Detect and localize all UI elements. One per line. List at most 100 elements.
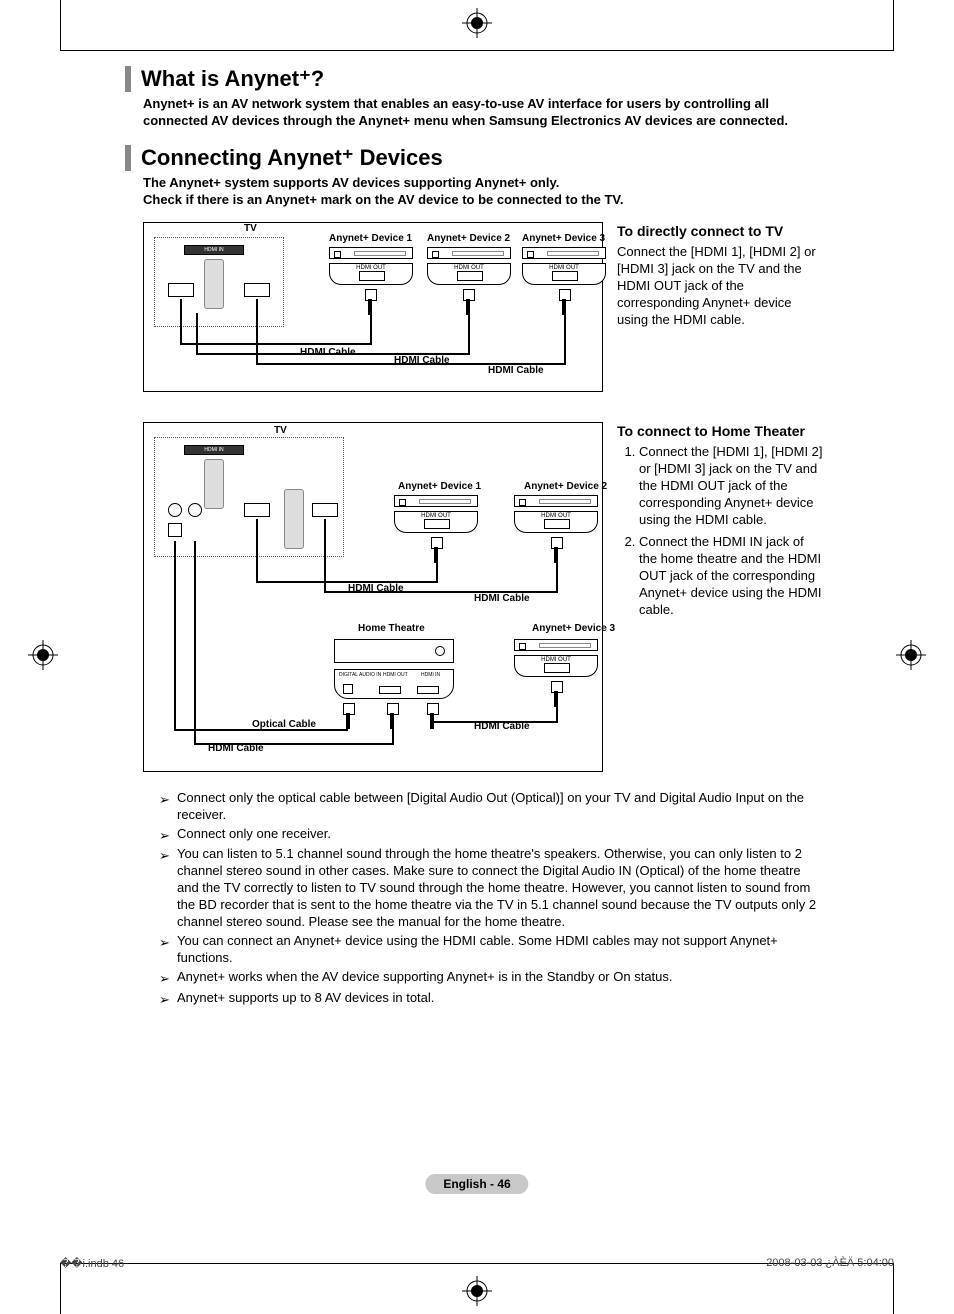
rule-bot-right (893, 1264, 894, 1314)
intro-what-is: Anynet+ is an AV network system that ena… (143, 96, 825, 129)
wire (370, 313, 372, 345)
label-device2: Anynet+ Device 2 (427, 233, 510, 244)
note-text: Anynet+ works when the AV device support… (177, 969, 825, 986)
device-box (427, 247, 511, 285)
hdmi-plug (548, 681, 564, 707)
hdmi-plug (428, 537, 444, 563)
note-arrow-icon: ➢ (159, 933, 177, 952)
note-item: ➢ Connect only one receiver. (159, 826, 825, 845)
port (168, 523, 182, 537)
diagram-home-theater: TV HDMI IN Anynet+ Device 1 Anynet+ Devi… (143, 422, 603, 772)
step-item: Connect the [HDMI 1], [HDMI 2] or [HDMI … (639, 444, 825, 528)
label-device3: Anynet+ Device 3 (522, 233, 605, 244)
head-home-theater: To connect to Home Theater (617, 422, 825, 440)
tv-outline (154, 437, 344, 557)
note-text: Connect only one receiver. (177, 826, 825, 843)
wire (180, 343, 372, 345)
wire (564, 313, 566, 365)
page-indicator: English - 46 (425, 1174, 528, 1194)
body-direct-connect: Connect the [HDMI 1], [HDMI 2] or [HDMI … (617, 244, 825, 328)
print-footer: ��i.indb 46 2008-03-03 ¿ÀÈÄ 5:04:00 (60, 1257, 894, 1270)
wire (468, 313, 470, 355)
label-device2: Anynet+ Device 2 (524, 481, 607, 492)
note-arrow-icon: ➢ (159, 990, 177, 1009)
port-optical (188, 503, 202, 517)
label-hdmi-cable: HDMI Cable (474, 593, 530, 604)
head-direct-connect: To directly connect to TV (617, 222, 825, 240)
rule-top-left (60, 0, 61, 50)
note-arrow-icon: ➢ (159, 790, 177, 809)
steps-home-theater: Connect the [HDMI 1], [HDMI 2] or [HDMI … (617, 444, 825, 619)
step-item: Connect the HDMI IN jack of the home the… (639, 534, 825, 618)
wire (256, 581, 438, 583)
label-device1: Anynet+ Device 1 (398, 481, 481, 492)
tv-hdmi-ports-b (284, 489, 304, 549)
note-item: ➢ You can listen to 5.1 channel sound th… (159, 846, 825, 930)
wire (324, 519, 326, 593)
wire (180, 299, 182, 345)
wire (556, 561, 558, 593)
note-text: You can connect an Anynet+ device using … (177, 933, 825, 967)
home-theatre-ports: DIGITAL AUDIO IN HDMI OUT HDMI IN (334, 669, 454, 699)
port (244, 503, 270, 517)
wire (256, 519, 258, 583)
rule-top-right (893, 0, 894, 50)
port-optical (168, 503, 182, 517)
hdmi-in-label: HDMI IN (184, 245, 244, 255)
label-home-theatre: Home Theatre (358, 623, 425, 634)
note-arrow-icon: ➢ (159, 969, 177, 988)
hdmi-plug (424, 703, 440, 729)
hdmi-plug (548, 537, 564, 563)
device-box (522, 247, 606, 285)
note-text: Connect only the optical cable between [… (177, 790, 825, 824)
heading-what-is-anynet: What is Anynet⁺? (125, 66, 825, 92)
port (244, 283, 270, 297)
hdmi-plug (460, 289, 476, 315)
wire (196, 313, 198, 355)
label-hdmi-cable: HDMI Cable (348, 583, 404, 594)
text-direct-connect: To directly connect to TV Connect the [H… (617, 222, 825, 392)
label-optical-cable: Optical Cable (252, 719, 316, 730)
note-item: ➢ Connect only the optical cable between… (159, 790, 825, 824)
hdmi-plug (556, 289, 572, 315)
notes-list: ➢ Connect only the optical cable between… (159, 790, 825, 1009)
footer-right: 2008-03-03 ¿ÀÈÄ 5:04:00 (766, 1257, 894, 1270)
hdmi-plug (362, 289, 378, 315)
label-hdmi-out: HDMI OUT (383, 672, 408, 678)
row-home-theater: TV HDMI IN Anynet+ Device 1 Anynet+ Devi… (143, 422, 825, 772)
tv-hdmi-ports (204, 459, 224, 509)
registration-mark-icon (462, 1276, 492, 1306)
hdmi-plug (384, 703, 400, 729)
note-arrow-icon: ➢ (159, 826, 177, 845)
label-hdmi-cable: HDMI Cable (394, 355, 450, 366)
device-box (329, 247, 413, 285)
diagram-direct-connect: TV HDMI IN Anynet+ Device 1 Anynet+ Devi… (143, 222, 603, 392)
port (312, 503, 338, 517)
note-arrow-icon: ➢ (159, 846, 177, 865)
home-theatre-box (334, 639, 454, 663)
note-item: ➢ Anynet+ supports up to 8 AV devices in… (159, 990, 825, 1009)
label-tv: TV (274, 425, 287, 436)
intro-connecting: The Anynet+ system supports AV devices s… (143, 175, 825, 208)
footer-left: ��i.indb 46 (60, 1257, 124, 1270)
label-hdmi-cable: HDMI Cable (208, 743, 264, 754)
heading-connecting: Connecting Anynet⁺ Devices (125, 145, 825, 171)
wire (256, 299, 258, 365)
tv-hdmi-ports (204, 259, 224, 309)
port (168, 283, 194, 297)
label-hdmi-cable: HDMI Cable (300, 347, 356, 358)
note-text: You can listen to 5.1 channel sound thro… (177, 846, 825, 930)
rule-bot-left (60, 1264, 61, 1314)
wire (436, 561, 438, 583)
label-hdmi-cable: HDMI Cable (488, 365, 544, 376)
wire (194, 541, 196, 745)
registration-mark-icon (28, 640, 58, 670)
optical-plug (340, 703, 356, 729)
registration-mark-icon (896, 640, 926, 670)
row-direct-connect: TV HDMI IN Anynet+ Device 1 Anynet+ Devi… (143, 222, 825, 392)
note-text: Anynet+ supports up to 8 AV devices in t… (177, 990, 825, 1007)
label-tv: TV (244, 223, 257, 234)
page-content: What is Anynet⁺? Anynet+ is an AV networ… (125, 50, 825, 1010)
note-item: ➢ Anynet+ works when the AV device suppo… (159, 969, 825, 988)
label-device3: Anynet+ Device 3 (532, 623, 615, 634)
